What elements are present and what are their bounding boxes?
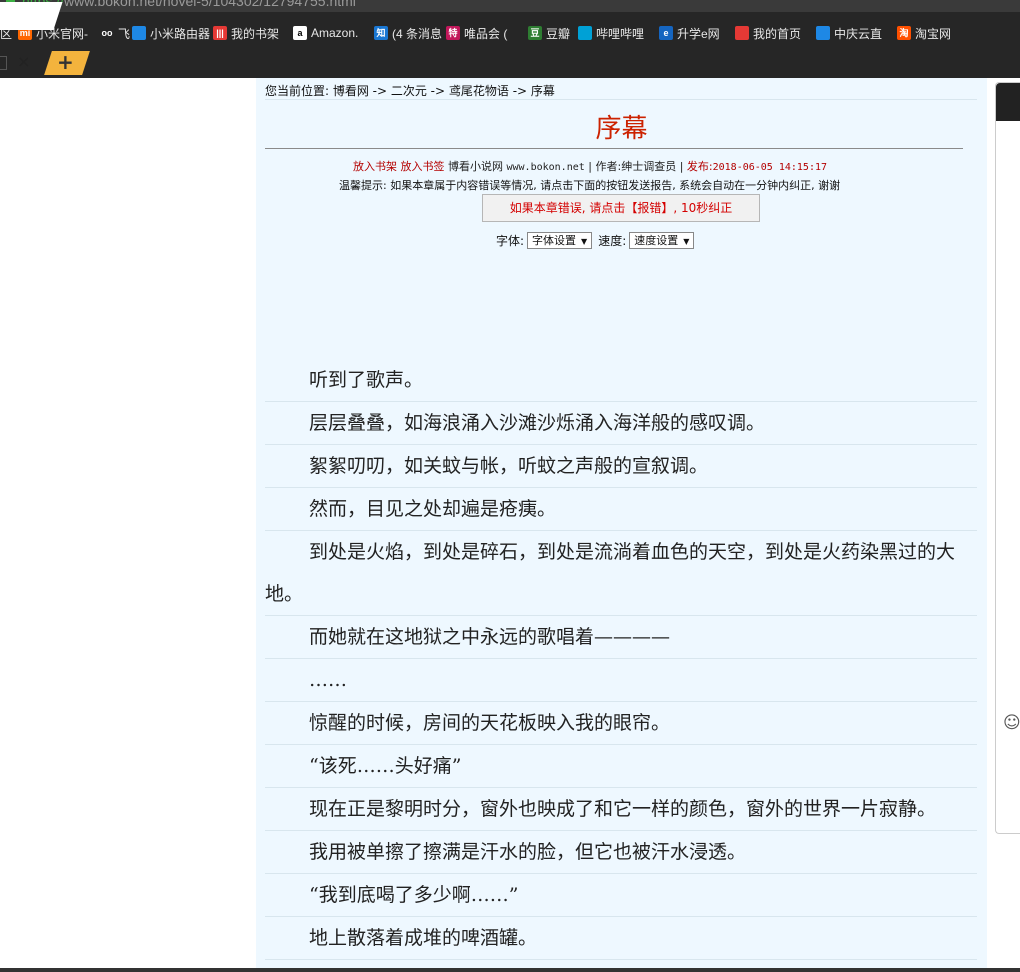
paragraph: 现在正是黎明时分，窗外也映成了和它一样的颜色，窗外的世界一片寂静。 [265,788,977,831]
paragraph: 然而，目见之处却遍是疮痍。 [265,488,977,531]
bookmark-label: Amazon. [311,26,359,40]
bookmark-label: (4 条消息 [392,26,443,41]
tab-favicon-icon [0,56,7,70]
chapter-meta: 放入书架 放入书签 博看小说网 www.bokon.net | 作者:绅士调查员… [353,160,828,173]
address-bar[interactable]: https://www.bokon.net/novel-5/104302/127… [0,0,1020,12]
bookmark-label: 升学e网 [677,26,720,41]
paragraph: 我用被单擦了擦满是汗水的脸，但它也被汗水浸透。 [265,831,977,874]
e-icon: e [659,26,673,40]
paragraph: 惊醒的时候，房间的天花板映入我的眼帘。 [265,702,977,745]
bookmark-item[interactable]: a Amazon. [293,24,358,42]
author-label: 作者: [595,160,622,173]
emoji-icon[interactable]: ☺ [1003,713,1020,733]
side-panel-header [996,83,1020,121]
wb-icon [735,26,749,40]
reading-settings: 字体: 字体设置 ▼ 速度: 速度设置 ▼ [496,232,700,249]
divider [265,99,977,100]
bookmark-label: 小米路由器 [150,26,211,41]
chapter-text: 听到了歌声。 层层叠叠，如海浪涌入沙滩沙烁涌入海洋般的感叹调。 絮絮叨叨，如关蚊与帐… [265,359,977,960]
paragraph: 地上散落着成堆的啤酒罐。 [265,917,977,960]
breadcrumb: 您当前位置: 博看网 -> 二次元 -> 鸢尾花物语 -> 序幕 [265,84,555,98]
published-date: 2018-06-05 14:15:17 [712,162,828,173]
bookmark-label: 我的首页 [753,26,802,41]
特-icon: 特 [446,26,460,40]
author-name: 绅士调查员 [621,160,677,173]
report-error-button[interactable]: 如果本章错误, 请点击【报错】, 10秒纠正 [482,194,760,222]
paragraph: “该死……头好痛” [265,745,977,788]
cloud-icon [816,26,830,40]
bookmark-item[interactable]: 豆豆瓣 [528,24,570,42]
add-bookmark-link[interactable]: 放入书签 [401,160,445,173]
淘-icon: 淘 [897,26,911,40]
bookmark-item[interactable]: 我的首页 [735,24,801,42]
site-url: www.bokon.net [506,162,585,173]
site-name: 博看小说网 [448,160,503,173]
bookmark-item[interactable]: 淘淘宝网 [897,24,951,42]
oo-icon: oo [100,26,114,40]
bookmark-item[interactable]: ||| 我的书架 [213,24,279,42]
a-icon: a [293,26,307,40]
font-label: 字体: [496,234,525,248]
bookmark-item[interactable]: 小米路由器 [132,24,210,42]
dropdown-arrow-icon: ▼ [581,237,588,246]
bookmark-label: 我的书架 [231,26,280,41]
bookmarks-bar: 区 mi 小米官网-oo 飞小米路由器 ||| 我的书架 a Amazon. 知 (4 条消息特唯… [0,12,1020,48]
paragraph: 层层叠叠，如海浪涌入沙滩沙烁涌入海洋般的感叹调。 [265,402,977,445]
豆-icon: 豆 [528,26,542,40]
bookmark-item[interactable]: e 升学e网 [659,24,720,42]
plus-icon[interactable]: + [57,50,74,74]
bookmark-label: 豆瓣 [546,26,571,41]
add-to-shelf-link[interactable]: 放入书架 [353,160,397,173]
paragraph: …… [265,659,977,702]
chapter-title: 序幕 [595,114,648,144]
bookmark-label: 淘宝网 [915,26,952,41]
url-text[interactable]: https://www.bokon.net/novel-5/104302/127… [22,0,356,9]
bookmark-label: 中庆云直 [834,26,883,41]
speed-label: 速度: [598,234,627,248]
bookmark-item[interactable]: oo 飞 [100,24,130,42]
paragraph: 絮絮叨叨，如关蚊与帐，听蚊之声般的宣叙调。 [265,445,977,488]
published-label: 发布: [686,160,713,173]
bookmark-label: 哔哩哔哩 [596,26,645,41]
title-divider [265,148,963,149]
bookmark-label: 唯品会 ( [464,26,508,41]
bookmark-item[interactable]: 特唯品会 ( [446,24,507,42]
paragraph: 听到了歌声。 [265,359,977,402]
|||-icon: ||| [213,26,227,40]
tv-icon [578,26,592,40]
tab-strip [0,48,1020,78]
status-bar [0,968,1020,972]
font-select[interactable]: 字体设置 ▼ [527,232,593,249]
bookmark-label: 飞 [118,26,131,41]
reader-content: 您当前位置: 博看网 -> 二次元 -> 鸢尾花物语 -> 序幕 序幕 放入书架… [256,78,987,972]
bookmark-item[interactable]: 中庆云直 [816,24,882,42]
error-tip: 温馨提示: 如果本章属于内容错误等情况, 请点击下面的按钮发送报告, 系统会自动… [339,179,841,192]
paragraph: 而她就在这地狱之中永远的歌唱着———— [265,616,977,659]
tab-active[interactable] [0,2,63,30]
tab-close-button[interactable]: × [17,52,30,71]
知-icon: 知 [374,26,388,40]
bookmark-item[interactable]: 知 (4 条消息 [374,24,442,42]
paragraph: “我到底喝了多少啊……” [265,874,977,917]
speed-select[interactable]: 速度设置 ▼ [629,232,695,249]
dropdown-arrow-icon: ▼ [683,237,690,246]
wifi-icon [132,26,146,40]
bookmark-item[interactable]: 哔哩哔哩 [578,24,644,42]
paragraph: 到处是火焰，到处是碎石，到处是流淌着血色的天空，到处是火药染黑过的大地。 [265,531,977,616]
